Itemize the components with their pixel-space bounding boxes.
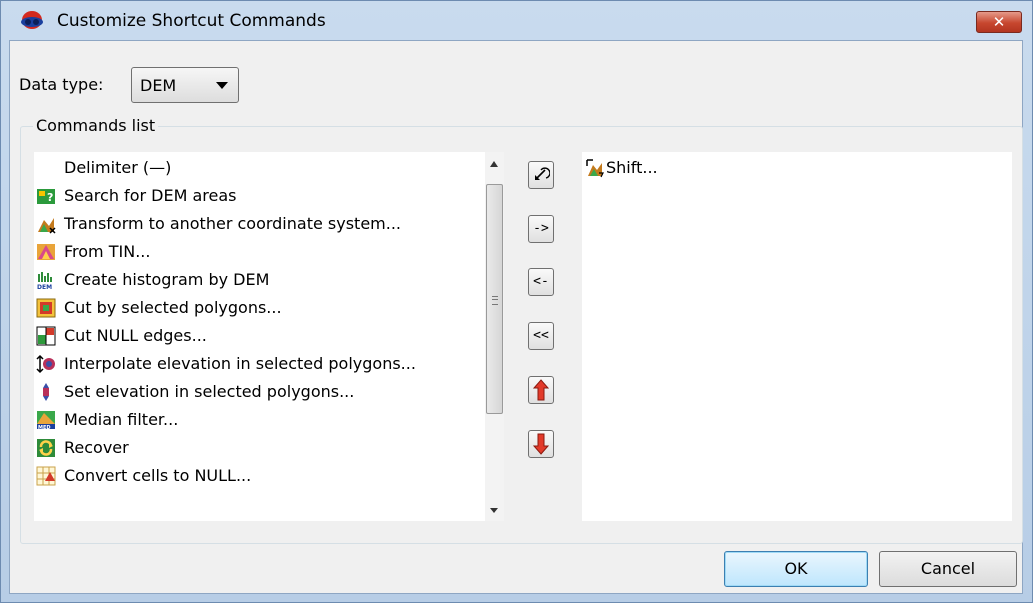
svg-text:?: ?: [47, 191, 53, 204]
histogram-dem-icon: DEM: [37, 272, 52, 290]
interpolate-elevation-icon: [36, 354, 55, 374]
list-item[interactable]: Cut by selected polygons...: [34, 295, 485, 321]
search-dem-areas-icon: ?: [37, 189, 55, 204]
list-item[interactable]: Transform to another coordinate system..…: [34, 211, 485, 237]
transform-coordinates-icon: [38, 218, 56, 234]
arrow-down-icon: [532, 433, 550, 455]
list-item[interactable]: Shift...: [582, 155, 1012, 181]
list-item-label: Delimiter (—): [64, 158, 172, 177]
close-button[interactable]: ✕: [976, 11, 1022, 33]
move-down-button[interactable]: [528, 430, 554, 458]
list-item[interactable]: From TIN...: [34, 239, 485, 265]
median-filter-icon: MED: [37, 411, 55, 430]
list-item[interactable]: DEM Create histogram by DEM: [34, 267, 485, 293]
svg-text:MED: MED: [38, 425, 51, 430]
list-item-label: Cut by selected polygons...: [64, 298, 282, 317]
arrow-up-icon: [532, 379, 550, 401]
add-button[interactable]: ->: [528, 215, 554, 243]
available-commands-list[interactable]: Delimiter (—) ? Search for DEM areas Tra…: [34, 152, 485, 521]
app-logo-icon: [21, 11, 43, 29]
ok-button[interactable]: OK: [724, 551, 868, 587]
svg-text:DEM: DEM: [37, 284, 52, 290]
data-type-dropdown[interactable]: DEM: [131, 67, 239, 103]
selected-commands-list[interactable]: Shift...: [582, 152, 1012, 521]
move-up-button[interactable]: [528, 376, 554, 404]
data-type-value: DEM: [140, 76, 177, 95]
chevron-down-icon: [216, 82, 228, 89]
convert-null-icon: [36, 466, 56, 486]
scroll-up-icon[interactable]: [490, 161, 498, 167]
list-item-label: Create histogram by DEM: [64, 270, 270, 289]
shift-icon: [586, 159, 604, 178]
commands-scrollbar[interactable]: [485, 152, 504, 521]
undo-icon: [535, 167, 551, 180]
cut-null-edges-icon: [36, 326, 56, 346]
list-item-label: Recover: [64, 438, 129, 457]
list-item[interactable]: ? Search for DEM areas: [34, 183, 485, 209]
list-item-label: Median filter...: [64, 410, 179, 429]
list-item[interactable]: Interpolate elevation in selected polygo…: [34, 351, 485, 377]
remove-all-button[interactable]: <<: [528, 322, 554, 350]
list-item[interactable]: Convert cells to NULL...: [34, 463, 485, 489]
list-item-label: Transform to another coordinate system..…: [64, 214, 401, 233]
list-item-label: From TIN...: [64, 242, 151, 261]
list-item[interactable]: MED Median filter...: [34, 407, 485, 433]
commands-list-legend: Commands list: [33, 115, 159, 137]
window-title: Customize Shortcut Commands: [57, 11, 326, 31]
scrollbar-thumb[interactable]: [486, 184, 503, 414]
list-item[interactable]: Recover: [34, 435, 485, 461]
recover-icon: [37, 439, 55, 457]
list-item-label: Interpolate elevation in selected polygo…: [64, 354, 416, 373]
list-item[interactable]: Cut NULL edges...: [34, 323, 485, 349]
title-bar[interactable]: Customize Shortcut Commands ✕: [1, 1, 1032, 41]
list-item-label: Cut NULL edges...: [64, 326, 207, 345]
list-item-label: Set elevation in selected polygons...: [64, 382, 355, 401]
close-icon: ✕: [992, 13, 1006, 31]
list-item-label: Shift...: [606, 158, 658, 177]
data-type-label: Data type:: [19, 75, 104, 94]
scroll-down-icon[interactable]: [490, 508, 498, 513]
cancel-button[interactable]: Cancel: [879, 551, 1017, 587]
remove-button[interactable]: <-: [528, 268, 554, 296]
from-tin-icon: [37, 244, 55, 260]
list-item-label: Convert cells to NULL...: [64, 466, 252, 485]
set-elevation-icon: [43, 383, 49, 401]
list-item-label: Search for DEM areas: [64, 186, 237, 205]
list-item[interactable]: Set elevation in selected polygons...: [34, 379, 485, 405]
grip-icon: [492, 296, 498, 305]
reset-button[interactable]: [528, 161, 554, 189]
list-item[interactable]: Delimiter (—): [34, 155, 485, 181]
cut-polygons-icon: [36, 298, 56, 318]
